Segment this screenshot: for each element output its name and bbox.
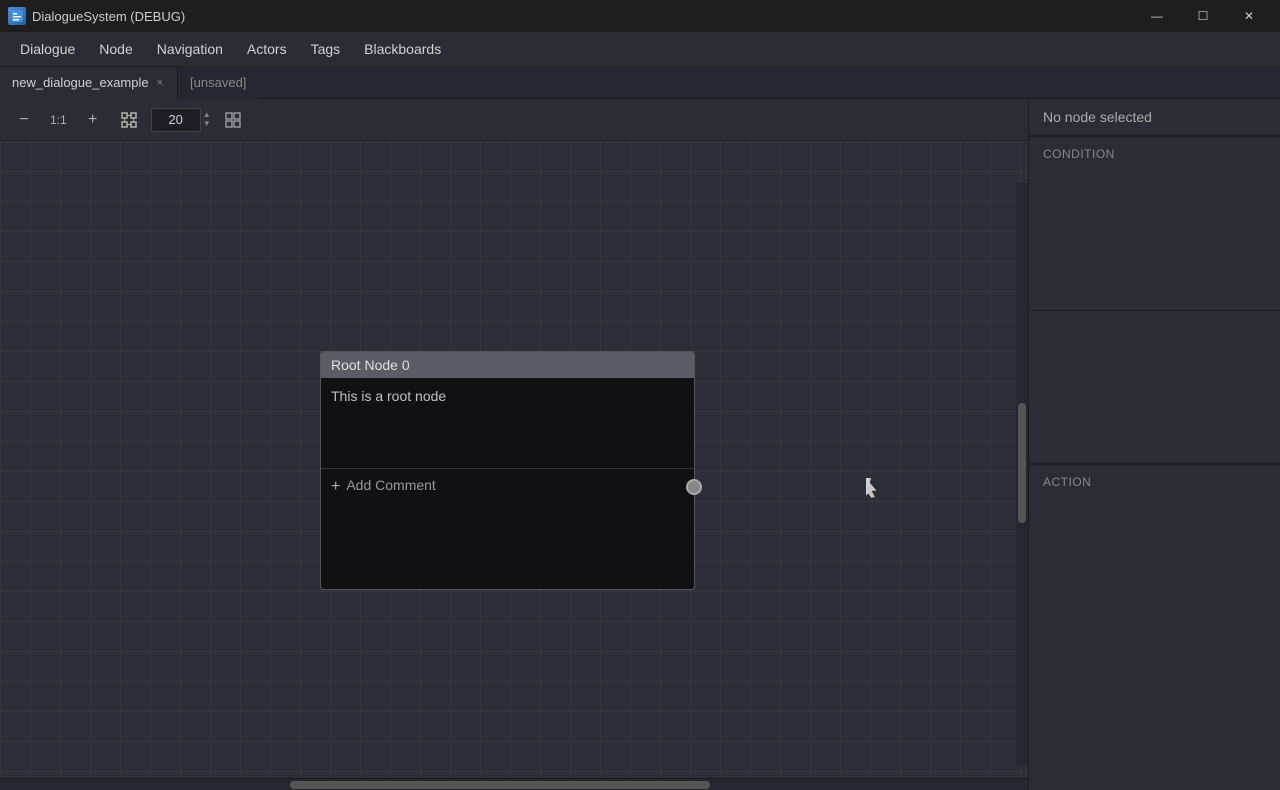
close-button[interactable]: ✕ (1226, 0, 1272, 32)
horizontal-scrollbar[interactable] (0, 778, 1028, 790)
add-comment-button[interactable]: + Add Comment (321, 469, 694, 589)
zoom-spinner[interactable]: ▲ ▼ (203, 111, 211, 129)
menu-node[interactable]: Node (87, 35, 144, 63)
zoom-input[interactable]: 20 (151, 108, 201, 132)
canvas-viewport[interactable]: Root Node 0 This is a root node + Add Co… (0, 141, 1028, 778)
root-node[interactable]: Root Node 0 This is a root node + Add Co… (320, 351, 695, 590)
toolbar: − 1:1 + 20 ▲ ▼ (0, 99, 1028, 141)
zoom-reset-button[interactable]: 1:1 (46, 106, 71, 134)
menu-actors[interactable]: Actors (235, 35, 299, 63)
canvas-area: − 1:1 + 20 ▲ ▼ (0, 99, 1028, 790)
menu-dialogue[interactable]: Dialogue (8, 35, 87, 63)
maximize-button[interactable]: ☐ (1180, 0, 1226, 32)
tab-label: new_dialogue_example (12, 75, 149, 90)
menu-blackboards[interactable]: Blackboards (352, 35, 453, 63)
active-tab[interactable]: new_dialogue_example × (0, 67, 178, 99)
vertical-scrollbar[interactable] (1016, 183, 1028, 766)
node-body-text: This is a root node (331, 388, 446, 404)
plus-icon: + (331, 477, 340, 498)
title-bar: DialogueSystem (DEBUG) — ☐ ✕ (0, 0, 1280, 32)
action-label: ACTION (1043, 475, 1091, 489)
tab-close-button[interactable]: × (155, 76, 165, 90)
unsaved-indicator: [unsaved] (178, 67, 258, 99)
app-icon (8, 7, 26, 25)
action-section: ACTION (1029, 464, 1280, 638)
condition-label: CONDITION (1043, 147, 1115, 161)
zoom-out-button[interactable]: − (10, 106, 38, 134)
title-text: DialogueSystem (DEBUG) (32, 9, 185, 24)
zoom-in-button[interactable]: + (79, 106, 107, 134)
menu-tags[interactable]: Tags (299, 35, 353, 63)
tab-bar: new_dialogue_example × [unsaved] (0, 67, 1280, 99)
grid-button[interactable] (219, 106, 247, 134)
canvas-inner: Root Node 0 This is a root node + Add Co… (0, 141, 1028, 778)
node-connector[interactable] (686, 479, 702, 495)
zoom-input-container: 20 ▲ ▼ (151, 108, 211, 132)
menu-navigation[interactable]: Navigation (145, 35, 235, 63)
right-panel: No node selected CONDITION ACTION (1028, 99, 1280, 790)
main-layout: − 1:1 + 20 ▲ ▼ (0, 99, 1280, 790)
panel-header: No node selected (1029, 99, 1280, 136)
menu-bar: Dialogue Node Navigation Actors Tags Bla… (0, 32, 1280, 67)
condition-section: CONDITION (1029, 137, 1280, 311)
title-bar-left: DialogueSystem (DEBUG) (8, 7, 185, 25)
fit-button[interactable] (115, 106, 143, 134)
node-body: This is a root node (321, 378, 694, 468)
minimize-button[interactable]: — (1134, 0, 1180, 32)
node-header[interactable]: Root Node 0 (321, 352, 694, 378)
horizontal-scrollbar-thumb[interactable] (290, 781, 710, 789)
add-comment-label: Add Comment (346, 477, 435, 493)
vertical-scrollbar-thumb[interactable] (1018, 403, 1026, 523)
mouse-cursor (866, 478, 878, 498)
title-bar-controls: — ☐ ✕ (1134, 0, 1272, 32)
